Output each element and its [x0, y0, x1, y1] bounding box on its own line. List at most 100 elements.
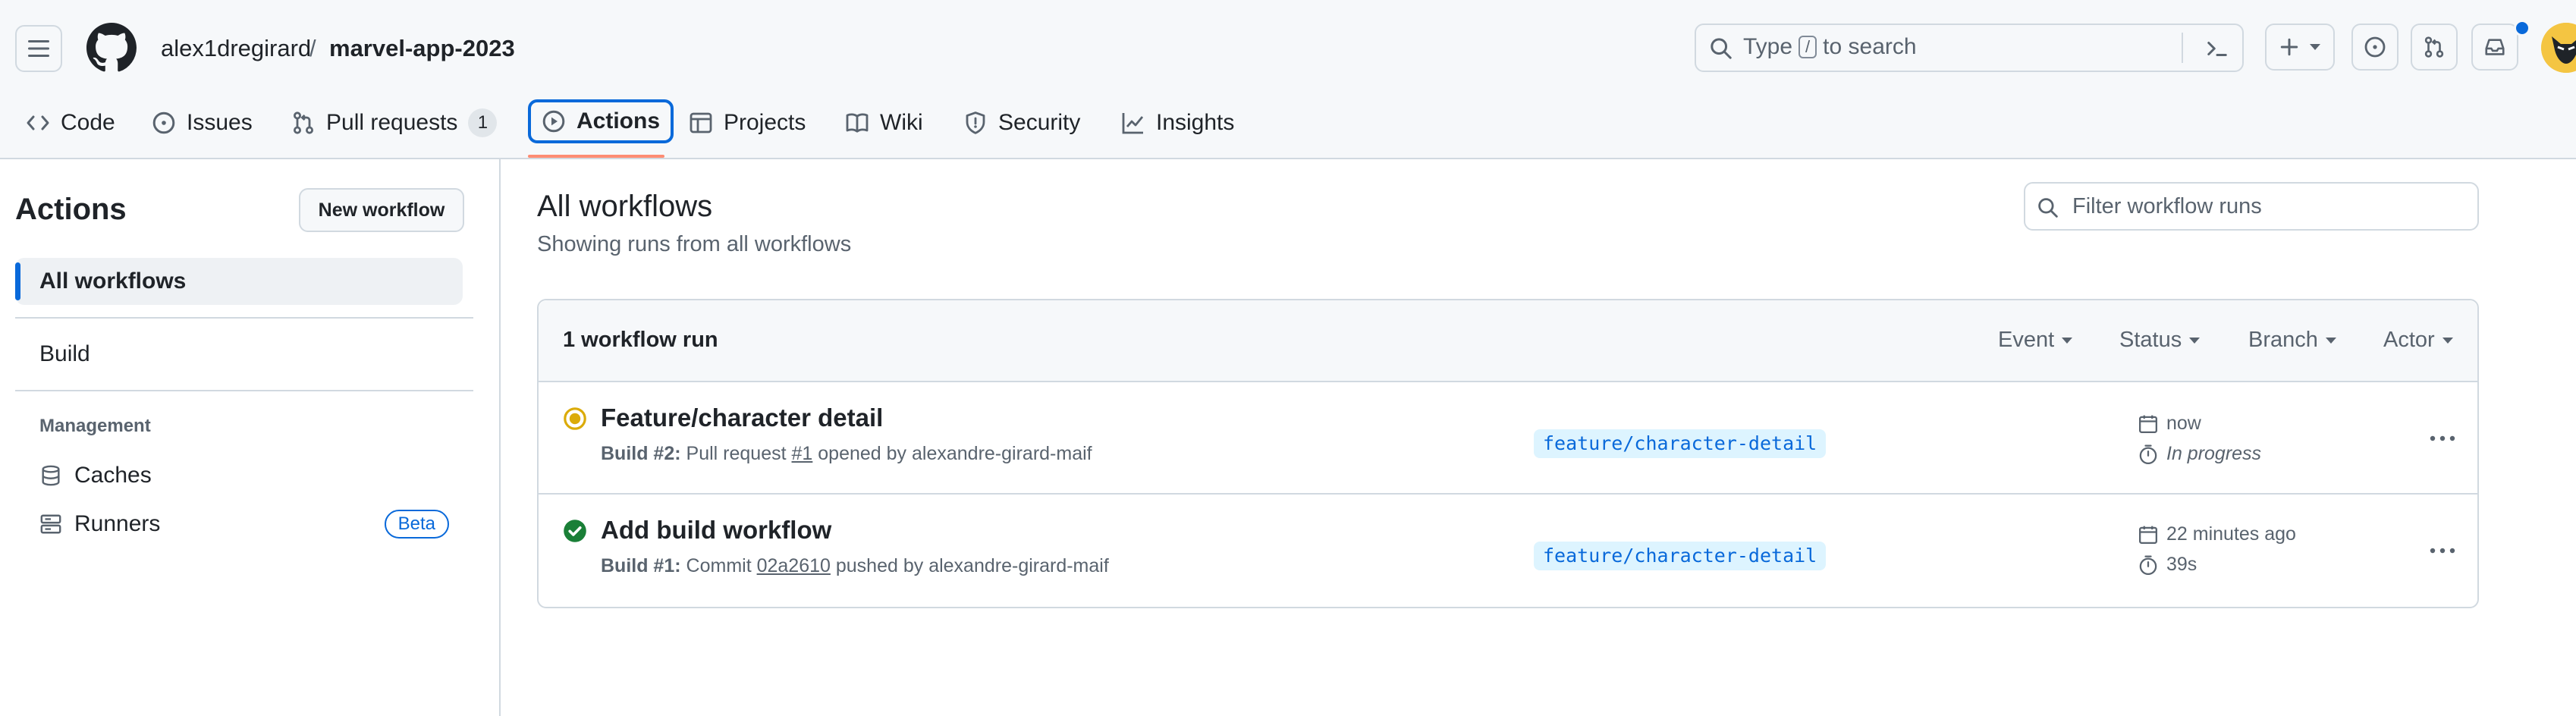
tab-wiki[interactable]: Wiki	[845, 100, 923, 146]
page-subtitle: Showing runs from all workflows	[537, 232, 852, 256]
search-shortcut-key: /	[1798, 36, 1817, 58]
build-number: Build #2:	[601, 443, 681, 464]
issue-icon	[152, 111, 175, 134]
beta-badge: Beta	[384, 510, 449, 539]
run-options-button[interactable]	[2424, 420, 2461, 457]
pull-request-icon	[2424, 36, 2444, 58]
pull-requests-button[interactable]	[2411, 24, 2458, 71]
search-hint-prefix: Type	[1743, 34, 1793, 59]
tab-code[interactable]: Code	[26, 100, 115, 146]
branch-label[interactable]: feature/character-detail	[1534, 542, 1827, 570]
sidebar-item-caches[interactable]: Caches	[15, 452, 463, 499]
trigger-type: Pull request	[686, 443, 787, 464]
success-check-icon	[564, 520, 586, 542]
tab-projects[interactable]: Projects	[689, 100, 806, 146]
build-number: Build #1:	[601, 555, 681, 576]
status-filter-dropdown[interactable]: Status	[2119, 328, 2201, 353]
breadcrumb-owner[interactable]: alex1dregirard	[161, 33, 311, 64]
chevron-down-icon	[2189, 337, 2201, 344]
sidebar-item-all-workflows[interactable]: All workflows	[15, 258, 463, 305]
chevron-down-icon	[2325, 337, 2336, 344]
tab-label: Security	[998, 110, 1081, 135]
tab-actions[interactable]: Actions	[528, 99, 674, 143]
tab-issues[interactable]: Issues	[152, 100, 253, 146]
dropdown-label: Branch	[2248, 328, 2318, 352]
branch-label[interactable]: feature/character-detail	[1534, 429, 1827, 458]
shield-icon	[966, 111, 985, 134]
workflow-run-count: 1 workflow run	[563, 328, 718, 352]
workflow-run-meta: Build #1: Commit 02a2610 pushed by alexa…	[601, 555, 1109, 577]
kebab-horizontal-icon	[2430, 435, 2455, 441]
command-palette-icon[interactable]	[2206, 37, 2229, 60]
filter-workflow-runs-input[interactable]: Filter workflow runs	[2024, 182, 2479, 231]
sidebar-item-label: Caches	[74, 463, 152, 488]
create-new-button[interactable]	[2265, 24, 2335, 71]
graph-icon	[1122, 113, 1144, 134]
tab-label: Actions	[576, 108, 661, 133]
sidebar-item-runners[interactable]: Runners Beta	[15, 501, 463, 548]
sidebar-item-build[interactable]: Build	[15, 331, 463, 378]
trigger-ref-link[interactable]: #1	[792, 443, 813, 464]
tab-pull-requests[interactable]: Pull requests 1	[291, 100, 498, 146]
global-search[interactable]: Type / to search	[1695, 24, 2244, 72]
search-icon	[1711, 38, 1732, 59]
hamburger-icon	[28, 40, 49, 57]
tab-security[interactable]: Security	[963, 100, 1080, 146]
workflow-run-row[interactable]: Add build workflow Build #1: Commit 02a2…	[539, 495, 2477, 607]
trigger-actor: opened by alexandre-girard-maif	[818, 443, 1092, 464]
workflow-run-row[interactable]: Feature/character detail Build #2: Pull …	[539, 382, 2477, 495]
run-options-button[interactable]	[2424, 532, 2461, 569]
server-icon	[40, 514, 61, 534]
sidebar-separator	[15, 390, 473, 391]
run-date-text: 22 minutes ago	[2166, 523, 2296, 545]
workflow-run-title[interactable]: Add build workflow	[601, 516, 831, 545]
workflow-run-meta: Build #2: Pull request #1 opened by alex…	[601, 443, 1092, 465]
menu-button[interactable]	[15, 25, 62, 72]
trigger-ref-link[interactable]: 02a2610	[757, 555, 831, 576]
avatar[interactable]	[2541, 23, 2576, 73]
inbox-button[interactable]	[2471, 24, 2518, 71]
table-icon	[690, 112, 712, 133]
github-logo-icon[interactable]	[86, 23, 137, 73]
active-tab-underline	[528, 155, 664, 158]
search-hint-suffix: to search	[1823, 34, 1917, 59]
actor-filter-dropdown[interactable]: Actor	[2383, 328, 2453, 353]
branch-filter-dropdown[interactable]: Branch	[2248, 328, 2336, 353]
global-header: alex1dregirard / marvel-app-2023 Type / …	[0, 0, 2576, 159]
run-duration: In progress	[2138, 443, 2261, 465]
search-icon	[2038, 198, 2058, 218]
run-date-text: now	[2166, 413, 2201, 434]
in-progress-status-icon	[564, 407, 586, 430]
tab-label: Wiki	[880, 110, 923, 135]
pull-request-count-badge: 1	[468, 108, 498, 137]
workflow-run-title[interactable]: Feature/character detail	[601, 404, 883, 432]
sidebar-separator	[15, 317, 473, 319]
breadcrumb-separator: /	[309, 35, 316, 61]
tab-insights[interactable]: Insights	[1121, 100, 1234, 146]
kebab-horizontal-icon	[2430, 548, 2455, 554]
page-title: All workflows	[537, 190, 713, 223]
sidebar-title: Actions	[15, 193, 127, 226]
run-duration-text: 39s	[2166, 554, 2197, 575]
sidebar-item-label: All workflows	[39, 268, 187, 294]
code-icon	[27, 115, 49, 130]
stopwatch-icon	[2139, 444, 2157, 464]
run-date: now	[2138, 413, 2201, 435]
pull-request-icon	[294, 111, 313, 134]
inbox-icon	[2485, 39, 2505, 55]
play-icon	[542, 110, 565, 133]
trigger-type: Commit	[686, 555, 752, 576]
sidebar-divider	[499, 158, 501, 716]
breadcrumb-repo[interactable]: marvel-app-2023	[329, 33, 515, 64]
tab-label: Insights	[1156, 110, 1235, 135]
run-duration: 39s	[2138, 554, 2197, 576]
issues-button[interactable]	[2351, 24, 2399, 71]
filter-placeholder: Filter workflow runs	[2072, 194, 2262, 218]
book-icon	[846, 113, 869, 133]
tab-label: Pull requests	[326, 110, 458, 135]
event-filter-dropdown[interactable]: Event	[1998, 328, 2073, 353]
tab-label: Projects	[724, 110, 806, 135]
trigger-actor: pushed by alexandre-girard-maif	[835, 555, 1109, 576]
new-workflow-button[interactable]: New workflow	[299, 188, 464, 232]
sidebar-section-management: Management	[39, 416, 151, 436]
